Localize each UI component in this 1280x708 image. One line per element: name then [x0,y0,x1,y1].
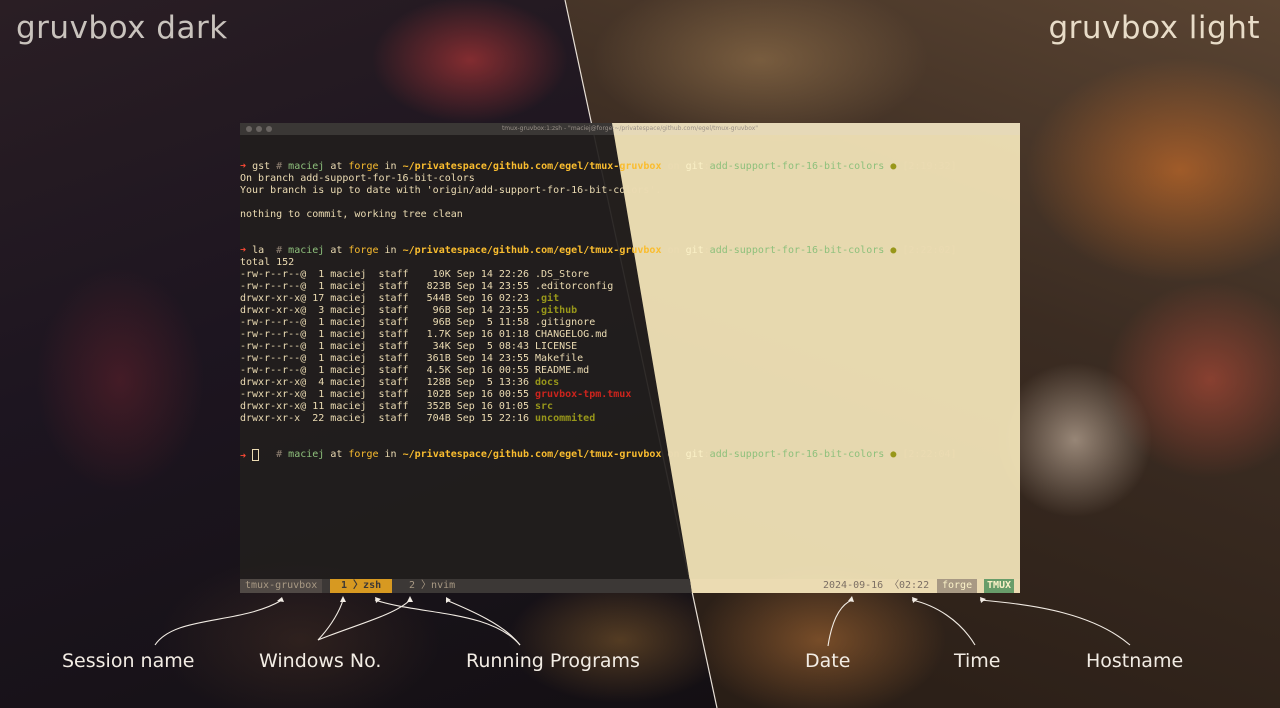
listing-row: -rw-r--r--@ 1 maciej staff 96B Sep 5 11:… [240,317,1020,329]
listing-filename: CHANGELOG.md [535,329,608,340]
listing-row: -rw-r--r--@ 1 maciej staff 1.7K Sep 16 0… [240,329,1020,341]
prompt-line: # maciej at forge in ~/privatespace/gith… [276,161,957,172]
prompt-time: [2:22:02] [902,245,957,256]
listing-row: -rw-r--r--@ 1 maciej staff 34K Sep 5 08:… [240,341,1020,353]
tmux-status-bar: tmux-gruvbox 1 〉zsh 2 〉nvim 2024-09-16 〈… [240,579,1020,593]
listing-filename: src [535,401,554,412]
listing-row: -rw-r--r--@ 1 maciej staff 823B Sep 14 2… [240,281,1020,293]
listing-meta: -rw-r--r--@ 1 maciej staff 1.7K Sep 16 0… [240,329,536,340]
status-hostname: forge [937,579,978,593]
listing-meta: -rw-r--r--@ 1 maciej staff 34K Sep 5 08:… [240,341,536,352]
listing-row: drwxr-xr-x@ 17 maciej staff 544B Sep 16 … [240,293,1020,305]
listing-filename: Makefile [535,353,584,364]
prompt-line: # maciej at forge in ~/privatespace/gith… [276,245,957,256]
listing-filename: .gitignore [535,317,596,328]
output-line: total 152 [240,257,295,268]
listing-meta: -rw-r--r--@ 1 maciej staff 4.5K Sep 16 0… [240,365,536,376]
listing-filename: .DS_Store [535,269,590,280]
listing-meta: -rw-r--r--@ 1 maciej staff 823B Sep 14 2… [240,281,536,292]
listing-meta: drwxr-xr-x@ 11 maciej staff 352B Sep 16 … [240,401,536,412]
listing-filename: uncommited [535,413,596,424]
listing-row: -rw-r--r--@ 1 maciej staff 10K Sep 14 22… [240,269,1020,281]
listing-meta: drwxr-xr-x@ 17 maciej staff 544B Sep 16 … [240,293,536,304]
status-time: 02:22 [899,580,930,591]
annotation-hostname: Hostname [1086,650,1184,672]
prompt-time: [2:19:32] [902,161,957,172]
status-tmux-badge: TMUX [984,579,1015,593]
listing-row: -rw-r--r--@ 1 maciej staff 361B Sep 14 2… [240,353,1020,365]
theme-label-dark: gruvbox dark [16,10,228,46]
cursor [252,449,260,461]
annotation-time: Time [954,650,1001,672]
theme-label-light: gruvbox light [1048,10,1260,46]
listing-filename: gruvbox-tpm.tmux [535,389,632,400]
listing-filename: README.md [535,365,590,376]
listing-filename: .github [535,305,578,316]
output-line: On branch add-support-for-16-bit-colors [240,173,475,184]
listing-row: -rw-r--r--@ 1 maciej staff 4.5K Sep 16 0… [240,365,1020,377]
window-title: tmux-gruvbox:1:zsh - "maciej@forge:~/pri… [501,125,759,132]
listing-meta: -rw-r--r--@ 1 maciej staff 361B Sep 14 2… [240,353,536,364]
listing-row: drwxr-xr-x@ 3 maciej staff 96B Sep 14 23… [240,305,1020,317]
directory-listing: -rw-r--r--@ 1 maciej staff 10K Sep 14 22… [240,269,1020,425]
annotation-windows-no: Windows No. [259,650,382,672]
window-tab-1[interactable]: 1 〉zsh [330,579,393,593]
listing-meta: drwxr-xr-x@ 4 maciej staff 128B Sep 5 13… [240,377,536,388]
session-name[interactable]: tmux-gruvbox [240,579,323,593]
listing-meta: drwxr-xr-x 22 maciej staff 704B Sep 15 2… [240,413,536,424]
terminal-output[interactable]: # maciej at forge in ~/privatespace/gith… [240,149,1020,462]
listing-row: drwxr-xr-x@ 4 maciej staff 128B Sep 5 13… [240,377,1020,389]
listing-meta: -rw-r--r--@ 1 maciej staff 96B Sep 5 11:… [240,317,536,328]
prompt-time: [2:22:04] [902,449,957,460]
listing-row: drwxr-xr-x 22 maciej staff 704B Sep 15 2… [240,413,1020,425]
annotation-date: Date [805,650,851,672]
output-line: nothing to commit, working tree clean [240,209,463,220]
listing-meta: -rw-r--r--@ 1 maciej staff 10K Sep 14 22… [240,269,536,280]
listing-row: -rwxr-xr-x@ 1 maciej staff 102B Sep 16 0… [240,389,1020,401]
listing-filename: LICENSE [535,341,578,352]
listing-meta: drwxr-xr-x@ 3 maciej staff 96B Sep 14 23… [240,305,536,316]
annotation-session-name: Session name [62,650,195,672]
listing-meta: -rwxr-xr-x@ 1 maciej staff 102B Sep 16 0… [240,389,536,400]
status-date: 2024-09-16 〈 [823,580,900,591]
annotation-running-programs: Running Programs [466,650,640,672]
terminal-window[interactable]: tmux-gruvbox:1:zsh - "maciej@forge:~/pri… [240,123,1020,593]
prompt-line: # maciej at forge in ~/privatespace/gith… [276,449,957,460]
listing-row: drwxr-xr-x@ 11 maciej staff 352B Sep 16 … [240,401,1020,413]
output-line: Your branch is up to date with 'origin/a… [240,185,662,196]
listing-filename: .git [535,293,560,304]
listing-filename: docs [535,377,560,388]
listing-filename: .editorconfig [535,281,614,292]
window-tab-2[interactable]: 2 〉nvim [398,579,460,593]
